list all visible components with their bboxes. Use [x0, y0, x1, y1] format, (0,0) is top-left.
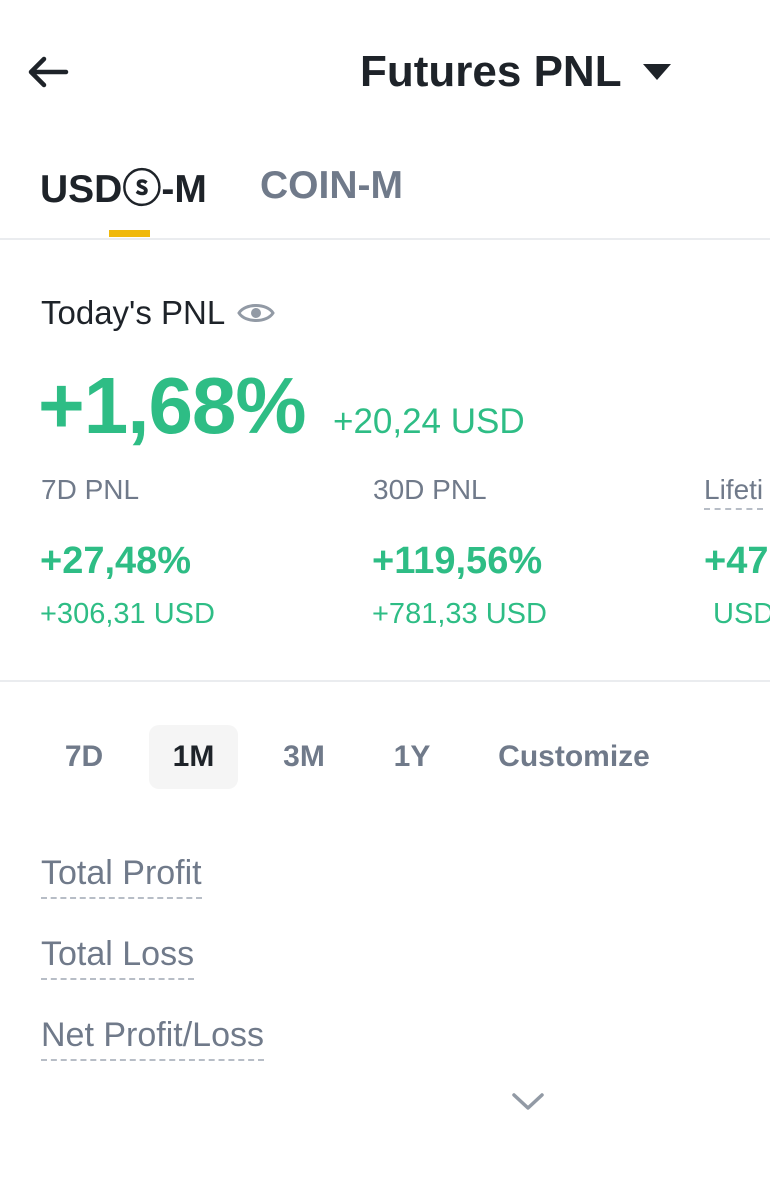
todays-pnl-usd: +20,24 USD — [333, 402, 525, 441]
todays-pnl-heading: Today's PNL — [41, 294, 275, 332]
30d-pnl-label: 30D PNL — [373, 474, 487, 505]
lifetime-pnl-percent: +47 — [704, 540, 769, 582]
title-dropdown[interactable]: Futures PNL — [360, 44, 672, 100]
tab-usds-m[interactable]: USDⓢ-M — [40, 158, 207, 214]
arrow-left-icon — [28, 56, 69, 88]
tabs-divider — [0, 238, 770, 240]
eye-icon[interactable] — [237, 299, 275, 327]
period-7d[interactable]: 7D — [44, 725, 124, 789]
period-1m[interactable]: 1M — [149, 725, 238, 789]
30d-pnl-usd: +781,33 USD — [372, 598, 547, 630]
7d-pnl-label: 7D PNL — [41, 474, 140, 505]
total-loss-label[interactable]: Total Loss — [41, 935, 195, 980]
7d-pnl-usd: +306,31 USD — [40, 598, 215, 630]
caret-down-icon — [642, 62, 672, 82]
todays-pnl-percent: +1,68% — [38, 361, 307, 450]
total-profit-label[interactable]: Total Profit — [41, 854, 202, 899]
7d-pnl-percent: +27,48% — [40, 540, 192, 582]
expand-button[interactable] — [505, 1084, 551, 1120]
period-3m[interactable]: 3M — [262, 725, 346, 789]
lifetime-pnl-label[interactable]: Lifeti — [704, 474, 764, 510]
page-title: Futures PNL — [360, 47, 622, 96]
net-profit-loss-label[interactable]: Net Profit/Loss — [41, 1016, 264, 1061]
stats-divider — [0, 680, 770, 682]
chevron-down-icon — [512, 1093, 544, 1110]
period-customize[interactable]: Customize — [484, 725, 664, 789]
lifetime-pnl-usd: USD — [713, 598, 770, 630]
period-1y[interactable]: 1Y — [372, 725, 452, 789]
30d-pnl-percent: +119,56% — [372, 540, 543, 582]
todays-pnl-label: Today's PNL — [41, 294, 226, 331]
active-tab-indicator — [109, 230, 150, 237]
tab-coin-m[interactable]: COIN-M — [260, 158, 403, 214]
back-button[interactable] — [22, 48, 74, 96]
